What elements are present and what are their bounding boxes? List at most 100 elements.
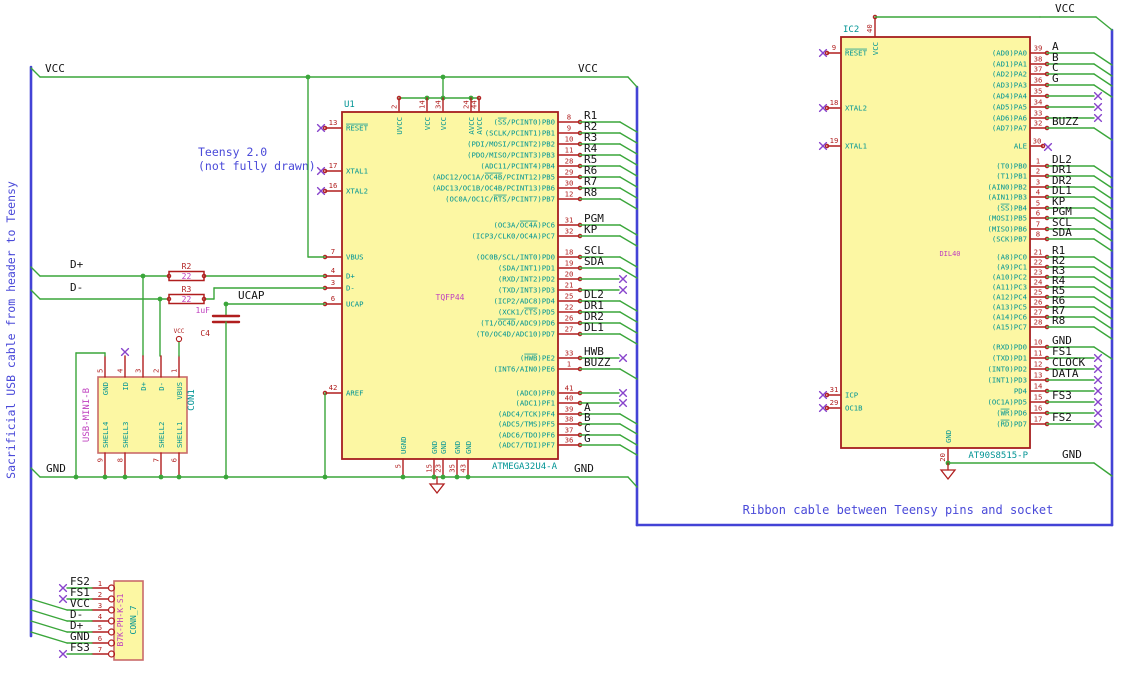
- bus-entry: [1093, 316, 1113, 330]
- pin-number: 1: [170, 369, 179, 373]
- junction-dot: [176, 474, 182, 480]
- bus-entry: [619, 224, 638, 236]
- pin-number: 38: [1034, 55, 1043, 64]
- pin-name: (RD)PD7: [996, 420, 1027, 429]
- pin-name: (AIN1)PB3: [987, 193, 1027, 202]
- pin-number: 18: [565, 248, 574, 257]
- pin-number: 17: [1034, 415, 1043, 424]
- con1-ref: CON1: [187, 389, 197, 411]
- junction-dot: [122, 474, 128, 480]
- pin-number: 10: [1034, 338, 1043, 347]
- bus-entry: [619, 198, 638, 210]
- junction-dot: [440, 74, 446, 80]
- bus-entry: [619, 165, 638, 177]
- bus-entry: [619, 121, 638, 133]
- junction-dot: [465, 474, 471, 480]
- pin-name: (OC1A)PD5: [987, 398, 1027, 407]
- bus-entry: [619, 333, 638, 345]
- bus-entry: [1093, 276, 1113, 290]
- pin-number: 9: [567, 124, 571, 133]
- pin-name: (ADC12/OC1A/OC4B/PCINT12)PB5: [432, 173, 555, 182]
- pin-number: 13: [329, 118, 338, 127]
- pin-number: 5: [1036, 199, 1040, 208]
- pin-number: 3: [331, 278, 335, 287]
- pin-name: (ICP2/ADC8)PD4: [493, 297, 555, 306]
- pin-number: 7: [331, 247, 335, 256]
- pin-number: 8: [1036, 230, 1040, 239]
- pin-name: D+: [346, 272, 355, 281]
- pin-name: (A10)PC2: [992, 273, 1027, 282]
- resistor-r2-ref: R2: [182, 262, 192, 271]
- bus-entry: [1093, 286, 1113, 300]
- pin-number: 11: [565, 146, 574, 155]
- resistor-r2: R222: [166, 262, 207, 282]
- pin-number: 29: [830, 398, 839, 407]
- pin-number: 14: [418, 100, 427, 109]
- pin-name: GND: [439, 441, 448, 454]
- net-label-vcc: VCC: [578, 62, 598, 75]
- bus-entry: [619, 256, 638, 268]
- pin-name: (T1)PB1: [996, 172, 1027, 181]
- note-ribbon: Ribbon cable between Teensy pins and soc…: [743, 503, 1054, 517]
- pin-number: 35: [1034, 87, 1043, 96]
- vcc-flag: VCC: [174, 328, 185, 335]
- bus-entry: [619, 176, 638, 188]
- pin-number: 6: [170, 458, 179, 462]
- bus-entry: [619, 423, 638, 435]
- junction-dot: [431, 474, 437, 480]
- bus-entry: [619, 368, 638, 380]
- note-teensy: Teensy 2.0: [198, 145, 267, 159]
- connector-conn7: B7K-PH-K-S1 CONN_71FS22FS13VCC4D-5D+6GND7…: [30, 575, 144, 661]
- pin-number: 30: [1033, 137, 1042, 146]
- pin-name: (ADC0)PF0: [515, 389, 555, 398]
- pin-name: (SDA/INT1)PD1: [498, 264, 555, 273]
- bus-entry: [30, 467, 41, 478]
- bus-entry: [1093, 186, 1113, 200]
- pin-name: (OC0A/OC1C/RTS/PCINT7)PB7: [445, 195, 555, 204]
- pin-name: GND: [101, 382, 110, 395]
- pin-number: 9: [96, 458, 105, 462]
- net-label: FS2: [1052, 411, 1072, 424]
- pin-name: (A12)PC4: [992, 293, 1028, 302]
- pin-name: D+: [139, 381, 148, 390]
- bus-entry: [1093, 296, 1113, 310]
- bus-entry: [1095, 16, 1113, 31]
- net-label: R8: [1052, 314, 1065, 327]
- resistor-r3-ref: R3: [182, 285, 192, 294]
- note-teensy: (not fully drawn): [198, 159, 316, 173]
- pin-number: 8: [116, 458, 125, 462]
- pin-number: 37: [1034, 65, 1043, 74]
- bus-entry: [1093, 207, 1113, 221]
- pin-number: 27: [565, 325, 574, 334]
- pin-number: 36: [1034, 76, 1043, 85]
- pin-name: XTAL2: [346, 187, 368, 196]
- pin-name: GND: [464, 441, 473, 454]
- conn7-ref: CONN_7: [129, 605, 138, 634]
- pin-number: 1: [98, 579, 102, 588]
- pin-name: (WR)PD6: [996, 409, 1027, 418]
- pin-number: 23: [434, 464, 443, 473]
- pin-name: (ADC4/TCK)PF4: [498, 410, 556, 419]
- pin-number: 35: [448, 464, 457, 473]
- pin-name: (RXD)PD0: [992, 343, 1027, 352]
- pin-name: (SCK)PB7: [992, 235, 1027, 244]
- pin-name: (MISO)PB6: [987, 225, 1027, 234]
- pin-number: 43: [459, 464, 468, 473]
- pin-number: 4: [1036, 188, 1041, 197]
- bus-entry: [30, 631, 68, 644]
- pin-number: 41: [565, 384, 574, 393]
- bus-entry: [627, 76, 638, 88]
- pin-name: (AD4)PA4: [992, 92, 1028, 101]
- pin-name: (AD0)PA0: [992, 49, 1027, 58]
- pin-number: 16: [1034, 404, 1043, 413]
- net-label: SDA: [584, 255, 604, 268]
- pin-number: 10: [565, 135, 574, 144]
- pin-number: 14: [1034, 382, 1043, 391]
- pin-number: 22: [1034, 258, 1043, 267]
- pin-name: (INT0)PD2: [987, 365, 1027, 374]
- pin-number: 40: [565, 394, 574, 403]
- bus-entry: [1093, 52, 1113, 66]
- bus-entry: [30, 67, 41, 78]
- pin-name: (AD6)PA6: [992, 114, 1027, 123]
- pin-name: XTAL1: [346, 167, 368, 176]
